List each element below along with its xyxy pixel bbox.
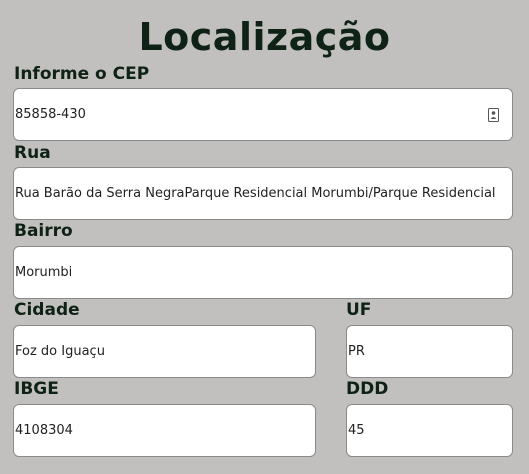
cep-field-box [13, 88, 513, 141]
bairro-input[interactable] [14, 247, 512, 298]
rua-input[interactable] [14, 168, 512, 219]
ibge-field-box [13, 404, 316, 457]
cep-input[interactable] [14, 89, 512, 140]
uf-input[interactable] [347, 326, 512, 377]
uf-label: UF [346, 300, 372, 320]
rua-label: Rua [14, 143, 51, 163]
ddd-label: DDD [346, 379, 389, 399]
rua-field-box [13, 167, 513, 220]
bairro-label: Bairro [14, 221, 73, 241]
ibge-label: IBGE [14, 379, 59, 399]
contact-card-icon[interactable] [488, 108, 499, 122]
uf-field-box [346, 325, 513, 378]
cidade-input[interactable] [14, 326, 315, 377]
ddd-field-box [346, 404, 513, 457]
ddd-input[interactable] [347, 405, 512, 456]
cep-label: Informe o CEP [14, 64, 150, 84]
bairro-field-box [13, 246, 513, 299]
ibge-input[interactable] [14, 405, 315, 456]
page-title: Localização [138, 15, 391, 59]
cidade-label: Cidade [14, 300, 80, 320]
cidade-field-box [13, 325, 316, 378]
location-form: Localização Informe o CEP Rua Bairro Cid… [0, 0, 529, 474]
